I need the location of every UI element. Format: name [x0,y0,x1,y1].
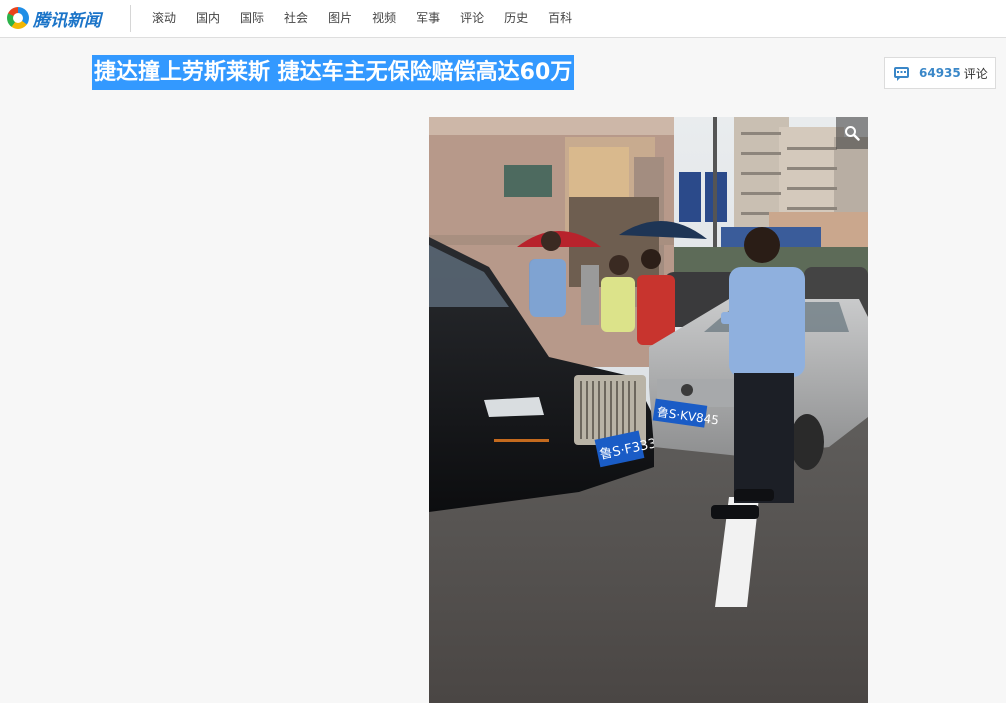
channel-nav: 滚动 国内 国际 社会 图片 视频 军事 评论 历史 百科 [141,0,582,37]
tencent-logo-icon [7,7,29,29]
accident-scene-image: 鲁S·F3333 鲁S·KV845 [429,117,868,703]
nav-item-military[interactable]: 军事 [406,0,450,37]
comment-count-button[interactable]: 64935 评论 [884,57,996,89]
article-title[interactable]: 捷达撞上劳斯莱斯 捷达车主无保险赔偿高达60万 [92,55,575,90]
comment-label: 评论 [963,66,988,81]
nav-item-scroll[interactable]: 滚动 [141,0,186,37]
tencent-news-logo[interactable]: 腾讯新闻 [7,5,101,31]
magnifier-icon [845,126,860,141]
nav-item-encyclopedia[interactable]: 百科 [538,0,582,37]
nav-item-domestic[interactable]: 国内 [186,0,230,37]
article-photo[interactable]: 鲁S·F3333 鲁S·KV845 [429,117,868,703]
logo-text: 腾讯新闻 [33,10,101,31]
nav-item-commentary[interactable]: 评论 [450,0,494,37]
nav-item-pictures[interactable]: 图片 [318,0,362,37]
nav-item-society[interactable]: 社会 [274,0,318,37]
top-navigation-bar: 腾讯新闻 滚动 国内 国际 社会 图片 视频 军事 评论 历史 百科 [0,0,1006,38]
logo-divider [130,5,131,32]
comment-bubble-icon [894,67,909,81]
zoom-button[interactable] [836,117,868,149]
nav-item-history[interactable]: 历史 [494,0,538,37]
nav-item-video[interactable]: 视频 [362,0,406,37]
nav-item-international[interactable]: 国际 [230,0,274,37]
comment-count: 64935 [919,66,961,80]
